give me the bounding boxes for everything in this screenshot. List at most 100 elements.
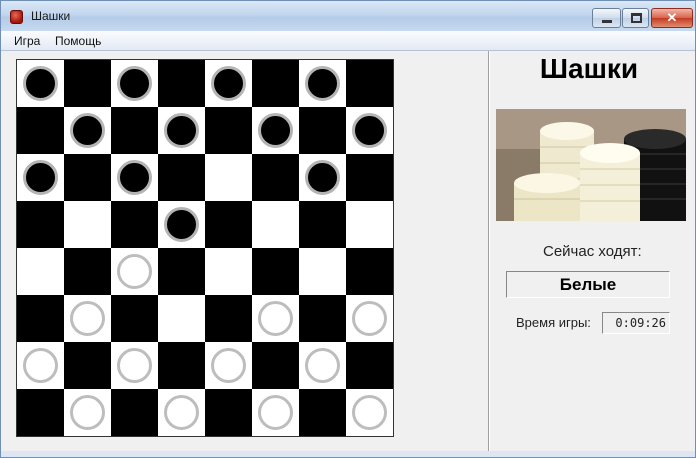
board-cell[interactable] (158, 248, 205, 295)
black-checker[interactable] (164, 207, 199, 242)
board-cell[interactable] (346, 60, 393, 107)
black-checker[interactable] (117, 66, 152, 101)
board-cell[interactable] (17, 154, 64, 201)
white-checker[interactable] (70, 301, 105, 336)
board-cell[interactable] (64, 342, 111, 389)
app-window: Шашки ✕ Игра Помощь Шашки Сейчас ходят: … (0, 0, 696, 458)
board-cell[interactable] (299, 60, 346, 107)
board-cell[interactable] (299, 295, 346, 342)
board-cell[interactable] (17, 389, 64, 436)
board-cell[interactable] (252, 342, 299, 389)
white-checker[interactable] (352, 395, 387, 430)
board-cell[interactable] (252, 248, 299, 295)
black-checker[interactable] (352, 113, 387, 148)
board-cell[interactable] (205, 248, 252, 295)
board-cell[interactable] (299, 201, 346, 248)
board-cell[interactable] (64, 201, 111, 248)
white-checker[interactable] (23, 348, 58, 383)
black-checker[interactable] (258, 113, 293, 148)
board-cell[interactable] (252, 154, 299, 201)
board-cell[interactable] (205, 107, 252, 154)
board-cell[interactable] (158, 201, 205, 248)
board-cell[interactable] (111, 60, 158, 107)
board-cell[interactable] (205, 389, 252, 436)
board-cell[interactable] (111, 201, 158, 248)
maximize-icon (631, 13, 642, 23)
board-cell[interactable] (64, 60, 111, 107)
board-cell[interactable] (205, 295, 252, 342)
board-cell[interactable] (346, 295, 393, 342)
board-cell[interactable] (158, 295, 205, 342)
checkers-board[interactable] (16, 59, 394, 437)
board-cell[interactable] (64, 154, 111, 201)
black-checker[interactable] (23, 66, 58, 101)
white-checker[interactable] (305, 348, 340, 383)
black-checker[interactable] (211, 66, 246, 101)
black-checker[interactable] (23, 160, 58, 195)
maximize-button[interactable] (622, 8, 649, 28)
board-cell[interactable] (252, 389, 299, 436)
board-cell[interactable] (111, 389, 158, 436)
board-cell[interactable] (252, 107, 299, 154)
board-cell[interactable] (205, 201, 252, 248)
board-cell[interactable] (64, 389, 111, 436)
board-cell[interactable] (158, 107, 205, 154)
board-cell[interactable] (205, 154, 252, 201)
menu-game[interactable]: Игра (14, 34, 40, 48)
minimize-button[interactable] (592, 8, 621, 28)
board-cell[interactable] (346, 154, 393, 201)
board-cell[interactable] (158, 389, 205, 436)
board-cell[interactable] (299, 154, 346, 201)
board-cell[interactable] (205, 60, 252, 107)
white-checker[interactable] (164, 395, 199, 430)
board-cell[interactable] (17, 248, 64, 295)
board-cell[interactable] (111, 295, 158, 342)
board-cell[interactable] (299, 107, 346, 154)
board-cell[interactable] (64, 295, 111, 342)
board-cell[interactable] (111, 154, 158, 201)
close-button[interactable]: ✕ (651, 8, 693, 28)
board-cell[interactable] (17, 107, 64, 154)
current-turn-display: Белые (506, 271, 670, 298)
board-cell[interactable] (252, 295, 299, 342)
board-cell[interactable] (252, 60, 299, 107)
white-checker[interactable] (117, 348, 152, 383)
white-checker[interactable] (258, 301, 293, 336)
title-bar[interactable]: Шашки ✕ (1, 1, 695, 31)
board-cell[interactable] (17, 60, 64, 107)
board-cell[interactable] (64, 248, 111, 295)
black-checker[interactable] (164, 113, 199, 148)
black-checker[interactable] (305, 160, 340, 195)
white-checker[interactable] (352, 301, 387, 336)
board-cell[interactable] (111, 342, 158, 389)
board-cell[interactable] (299, 389, 346, 436)
white-checker[interactable] (258, 395, 293, 430)
board-cell[interactable] (64, 107, 111, 154)
board-cell[interactable] (346, 342, 393, 389)
board-cell[interactable] (158, 154, 205, 201)
board-cell[interactable] (17, 201, 64, 248)
board-cell[interactable] (346, 389, 393, 436)
board-cell[interactable] (346, 201, 393, 248)
board-cell[interactable] (17, 342, 64, 389)
white-checker[interactable] (211, 348, 246, 383)
board-cell[interactable] (252, 201, 299, 248)
board-cell[interactable] (346, 248, 393, 295)
black-checker[interactable] (117, 160, 152, 195)
checkers-app-icon[interactable] (10, 10, 23, 24)
board-cell[interactable] (111, 248, 158, 295)
black-checker[interactable] (70, 113, 105, 148)
board-cell[interactable] (299, 248, 346, 295)
board-cell[interactable] (346, 107, 393, 154)
window-title: Шашки (31, 9, 71, 23)
menu-help[interactable]: Помощь (55, 34, 101, 48)
board-cell[interactable] (158, 60, 205, 107)
black-checker[interactable] (305, 66, 340, 101)
board-cell[interactable] (299, 342, 346, 389)
white-checker[interactable] (70, 395, 105, 430)
white-checker[interactable] (117, 254, 152, 289)
board-cell[interactable] (17, 295, 64, 342)
board-cell[interactable] (111, 107, 158, 154)
board-cell[interactable] (205, 342, 252, 389)
board-cell[interactable] (158, 342, 205, 389)
